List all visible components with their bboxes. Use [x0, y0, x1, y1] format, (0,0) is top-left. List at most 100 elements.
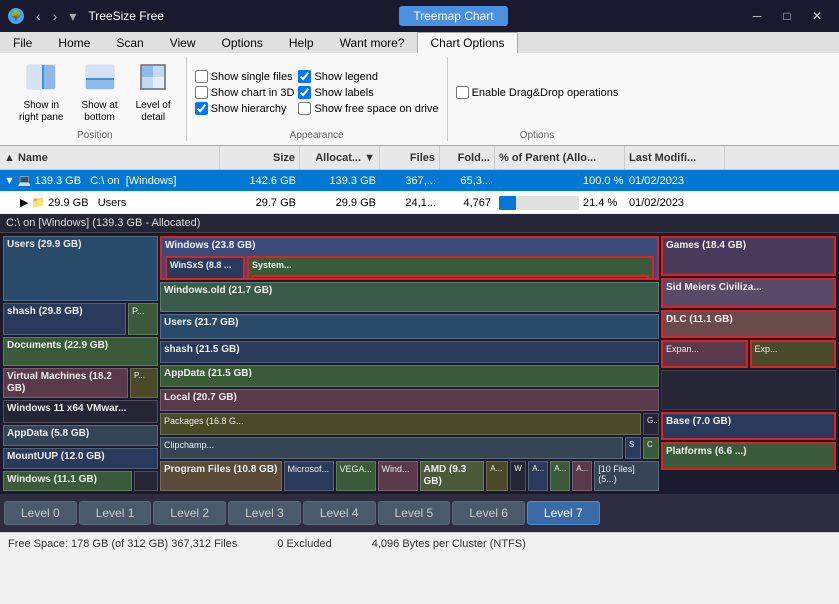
- treemap-center-mid: Windows.old (21.7 GB) Users (21.7 GB) sh…: [160, 282, 659, 459]
- list-item[interactable]: A...: [486, 461, 508, 491]
- level-2-button[interactable]: Level 2: [153, 501, 226, 525]
- level-3-button[interactable]: Level 3: [228, 501, 301, 525]
- menu-help[interactable]: Help: [276, 32, 327, 53]
- list-item[interactable]: Windows 11 x64 VMwar...: [3, 400, 158, 424]
- list-item[interactable]: P...: [128, 303, 158, 335]
- show-legend-input[interactable]: [298, 70, 311, 83]
- menu-want-more[interactable]: Want more?: [327, 32, 418, 53]
- list-item[interactable]: A...: [528, 461, 548, 491]
- menu-file[interactable]: File: [0, 32, 45, 53]
- show-single-files-input[interactable]: [195, 70, 208, 83]
- list-item[interactable]: Driv...: [252, 275, 649, 280]
- list-item[interactable]: C: [643, 437, 659, 459]
- maximize-button[interactable]: □: [773, 2, 801, 30]
- level-of-detail-button[interactable]: Level ofdetail: [129, 57, 178, 128]
- list-item[interactable]: P...: [130, 368, 158, 398]
- level-0-button[interactable]: Level 0: [4, 501, 77, 525]
- dragdrop-input[interactable]: [456, 86, 469, 99]
- list-item[interactable]: Sid Meiers Civiliza...: [661, 278, 836, 308]
- show-chart-3d-checkbox[interactable]: Show chart in 3D: [195, 86, 295, 99]
- list-item[interactable]: System... Driv...: [247, 256, 654, 280]
- percent-bar-fill: [499, 174, 579, 188]
- list-item[interactable]: G...: [643, 413, 659, 435]
- show-labels-input[interactable]: [298, 86, 311, 99]
- list-item[interactable]: W: [510, 461, 526, 491]
- row-folders: 65,3...: [440, 175, 495, 187]
- list-item[interactable]: VEGA...: [336, 461, 376, 491]
- list-item[interactable]: Windows (11.1 GB): [3, 471, 132, 491]
- level-4-button[interactable]: Level 4: [303, 501, 376, 525]
- level-6-button[interactable]: Level 6: [452, 501, 525, 525]
- close-button[interactable]: ✕: [803, 2, 831, 30]
- treemap-chart-tab[interactable]: Treemap Chart: [399, 6, 507, 26]
- level-7-button[interactable]: Level 7: [527, 501, 600, 525]
- list-item[interactable]: Microsof...: [284, 461, 334, 491]
- forward-button[interactable]: ›: [49, 6, 62, 27]
- list-item[interactable]: Users (21.7 GB): [160, 314, 659, 339]
- list-item[interactable]: Users (29.9 GB): [3, 236, 158, 301]
- table-row[interactable]: ▼ 💻 139.3 GB C:\ on [Windows] 142.6 GB 1…: [0, 170, 839, 192]
- list-item[interactable]: AMD (9.3 GB): [420, 461, 485, 491]
- show-right-pane-button[interactable]: Show inright pane: [12, 57, 70, 128]
- row-name: ▼ 💻 139.3 GB C:\ on [Windows]: [0, 174, 220, 187]
- list-item[interactable]: A...: [572, 461, 592, 491]
- list-item[interactable]: Base (7.0 GB): [661, 412, 836, 440]
- menu-scan[interactable]: Scan: [103, 32, 156, 53]
- list-item[interactable]: Virtual Machines (18.2 GB): [3, 368, 128, 398]
- list-item[interactable]: S: [625, 437, 641, 459]
- list-item[interactable]: Windows (23.8 GB) WinSxS (8.8 ... System…: [160, 236, 659, 280]
- list-item[interactable]: [134, 471, 158, 491]
- list-item[interactable]: [10 Files] (5...): [594, 461, 659, 491]
- list-item[interactable]: Documents (22.9 GB): [3, 337, 158, 365]
- show-hierarchy-input[interactable]: [195, 102, 208, 115]
- treemap-expand-row: Expan... Exp...: [661, 340, 836, 368]
- col-header-size[interactable]: Size: [220, 146, 300, 169]
- menu-options[interactable]: Options: [209, 32, 276, 53]
- back-button[interactable]: ‹: [32, 6, 45, 27]
- level-5-button[interactable]: Level 5: [378, 501, 451, 525]
- list-item[interactable]: shash (21.5 GB): [160, 341, 659, 363]
- menu-view[interactable]: View: [157, 32, 209, 53]
- list-item[interactable]: Platforms (6.6 ...): [661, 442, 836, 470]
- col-header-percent[interactable]: % of Parent (Allo...: [495, 146, 625, 169]
- col-header-modified[interactable]: Last Modifi...: [625, 146, 725, 169]
- minimize-button[interactable]: ─: [743, 2, 771, 30]
- nav-menu-button[interactable]: ▾: [65, 6, 80, 27]
- show-bottom-button[interactable]: Show atbottom: [74, 57, 124, 128]
- list-item[interactable]: DLC (11.1 GB): [661, 310, 836, 338]
- col-header-files[interactable]: Files: [380, 146, 440, 169]
- menu-bar: File Home Scan View Options Help Want mo…: [0, 32, 839, 53]
- level-1-button[interactable]: Level 1: [79, 501, 152, 525]
- list-item[interactable]: AppData (21.5 GB): [160, 365, 659, 387]
- show-chart-3d-input[interactable]: [195, 86, 208, 99]
- col-header-alloc[interactable]: Allocat... ▼: [300, 146, 380, 169]
- col-header-folders[interactable]: Fold...: [440, 146, 495, 169]
- menu-home[interactable]: Home: [45, 32, 103, 53]
- col-header-name[interactable]: ▲ Name: [0, 146, 220, 169]
- list-item[interactable]: Packages (16.8 G...: [160, 413, 641, 435]
- list-item[interactable]: AppData (5.8 GB): [3, 425, 158, 446]
- list-item[interactable]: Local (20.7 GB): [160, 389, 659, 411]
- list-item[interactable]: Expan...: [661, 340, 748, 368]
- list-item[interactable]: Wind...: [378, 461, 418, 491]
- list-item[interactable]: MountUUP (12.0 GB): [3, 448, 158, 469]
- list-item[interactable]: Games (18.4 GB): [661, 236, 836, 276]
- table-row[interactable]: ▶ 📁 29.9 GB Users 29.7 GB 29.9 GB 24,1..…: [0, 192, 839, 214]
- list-item[interactable]: Program Files (10.8 GB): [160, 461, 282, 491]
- menu-chart-options[interactable]: Chart Options: [417, 32, 517, 53]
- show-free-space-checkbox[interactable]: Show free space on drive: [298, 102, 438, 115]
- show-single-files-checkbox[interactable]: Show single files: [195, 70, 295, 83]
- list-item[interactable]: WinSxS (8.8 ...: [165, 256, 245, 280]
- treemap-sub-row: Windows (11.1 GB): [3, 471, 158, 491]
- show-hierarchy-checkbox[interactable]: Show hierarchy: [195, 102, 295, 115]
- list-item[interactable]: A...: [550, 461, 570, 491]
- show-free-space-input[interactable]: [298, 102, 311, 115]
- list-item[interactable]: Windows.old (21.7 GB): [160, 282, 659, 312]
- show-legend-checkbox[interactable]: Show legend: [298, 70, 438, 83]
- list-item[interactable]: shash (29.8 GB): [3, 303, 126, 335]
- list-item[interactable]: Exp...: [750, 340, 837, 368]
- dragdrop-checkbox[interactable]: Enable Drag&Drop operations: [456, 86, 619, 99]
- list-item[interactable]: Clipchamp...: [160, 437, 623, 459]
- show-labels-checkbox[interactable]: Show labels: [298, 86, 438, 99]
- treemap-path: C:\ on [Windows] (139.3 GB - Allocated): [0, 214, 839, 233]
